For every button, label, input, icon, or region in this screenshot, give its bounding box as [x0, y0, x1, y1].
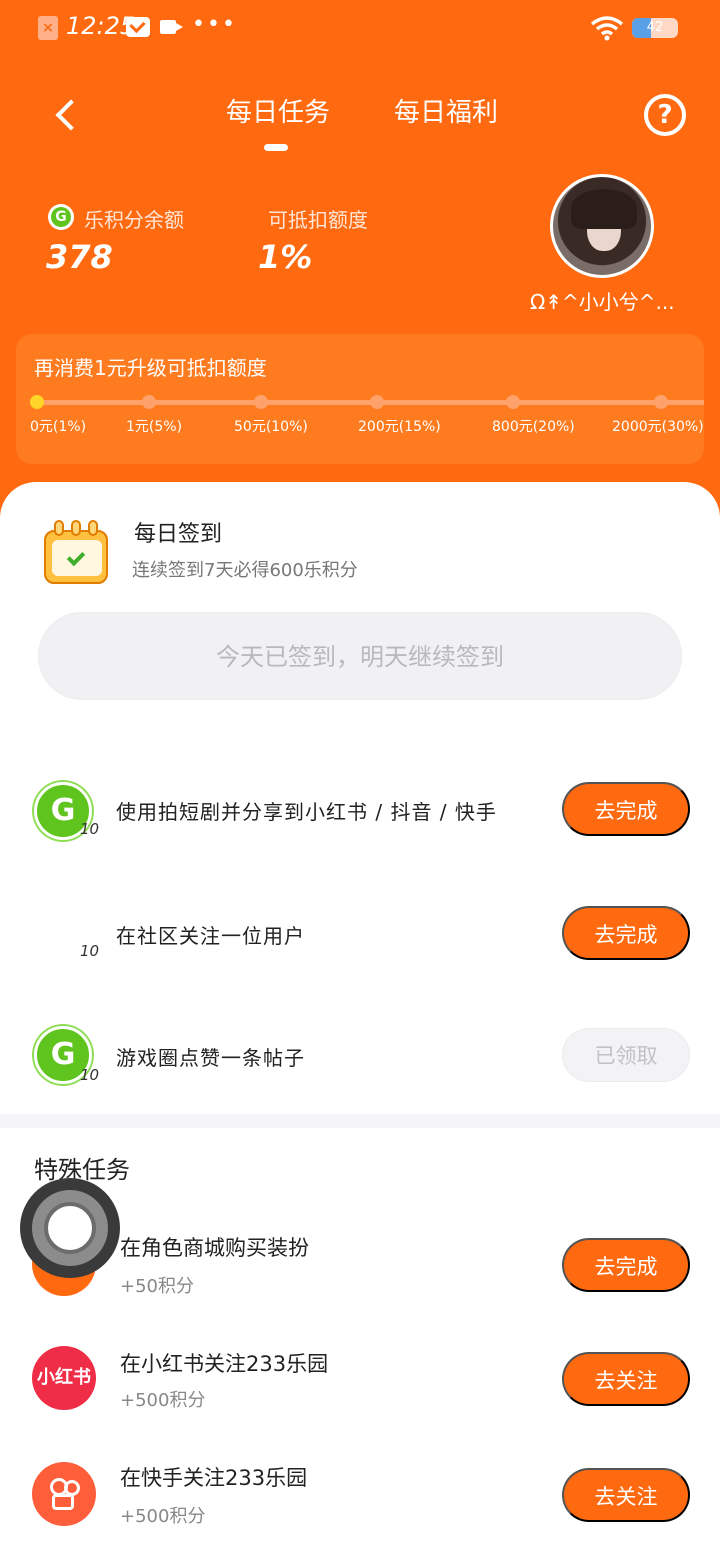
points-balance-value: 378 [46, 238, 113, 276]
battery-icon: 42 [632, 18, 678, 38]
task-claimed-button[interactable]: 已领取 [562, 1028, 690, 1082]
mail-icon [126, 17, 150, 37]
task-points: 10 [80, 1066, 100, 1084]
daily-sign-button[interactable]: 今天已签到，明天继续签到 [38, 612, 682, 700]
more-dots-icon: ••• [192, 12, 237, 37]
points-balance-label: 乐积分余额 [84, 208, 184, 232]
upgrade-progress-title: 再消费1元升级可抵扣额度 [34, 356, 267, 380]
special-task-reward: +500积分 [120, 1390, 206, 1411]
user-avatar[interactable] [550, 174, 654, 278]
floating-assistive-button[interactable] [20, 1178, 120, 1278]
special-task-title: 在小红书关注233乐园 [120, 1352, 329, 1376]
task-title: 使用拍短剧并分享到小红书 / 抖音 / 快手 [116, 800, 497, 824]
progress-level-label: 1元(5%) [126, 419, 183, 435]
progress-node [506, 395, 520, 409]
progress-node [30, 395, 44, 409]
user-name[interactable]: Ω↟^小小兮^... [530, 286, 675, 315]
upgrade-progress-card: 再消费1元升级可抵扣额度 0元(1%) 1元(5%) 50元(10%) 200元(15… [16, 334, 704, 464]
progress-level-label: 0元(1%) [30, 419, 87, 435]
special-task-button[interactable]: 去完成 [562, 1238, 690, 1292]
task-title: 游戏圈点赞一条帖子 [116, 1046, 305, 1070]
progress-node [654, 395, 668, 409]
progress-node [142, 395, 156, 409]
section-divider [0, 1114, 720, 1128]
active-tab-indicator [264, 144, 288, 151]
tab-daily-benefits[interactable]: 每日福利 [394, 92, 498, 129]
special-task-title: 在快手关注233乐园 [120, 1466, 308, 1490]
task-title: 在社区关注一位用户 [116, 924, 305, 948]
tab-daily-tasks[interactable]: 每日任务 [226, 92, 330, 129]
task-go-complete-button[interactable]: 去完成 [562, 782, 690, 836]
deduct-quota-label: 可抵扣额度 [268, 208, 368, 232]
special-task-reward: +50积分 [120, 1276, 194, 1297]
back-arrow-icon[interactable] [50, 90, 90, 138]
daily-sign-title: 每日签到 [134, 522, 223, 547]
progress-node [370, 395, 384, 409]
battery-level: 42 [646, 20, 664, 35]
deduct-quota-value: 1% [258, 238, 313, 276]
status-bar: × 12:25 ••• 42 [0, 0, 720, 56]
wifi-icon [590, 16, 624, 41]
progress-level-label: 800元(20%) [492, 419, 575, 435]
progress-level-label: 50元(10%) [234, 419, 308, 435]
progress-level-label: 200元(15%) [358, 419, 441, 435]
sim-error-icon: × [38, 16, 58, 40]
daily-sign-subtitle: 连续签到7天必得600乐积分 [132, 560, 358, 581]
help-icon[interactable]: ? [644, 94, 686, 136]
video-icon [160, 20, 176, 34]
follow-button[interactable]: 去关注 [562, 1352, 690, 1406]
xiaohongshu-icon: 小红书 [32, 1346, 96, 1410]
task-points: 10 [80, 820, 100, 838]
follow-button[interactable]: 去关注 [562, 1468, 690, 1522]
progress-level-label: 2000元(30%) [612, 419, 704, 435]
task-go-complete-button[interactable]: 去完成 [562, 906, 690, 960]
special-task-title: 在角色商城购买装扮 [120, 1236, 309, 1260]
status-time: 12:25 [66, 12, 136, 40]
progress-node [254, 395, 268, 409]
task-points: 10 [80, 942, 100, 960]
special-task-reward: +500积分 [120, 1506, 206, 1527]
calendar-check-icon [44, 520, 110, 584]
le-coin-icon [48, 204, 74, 230]
kuaishou-icon [32, 1462, 96, 1526]
